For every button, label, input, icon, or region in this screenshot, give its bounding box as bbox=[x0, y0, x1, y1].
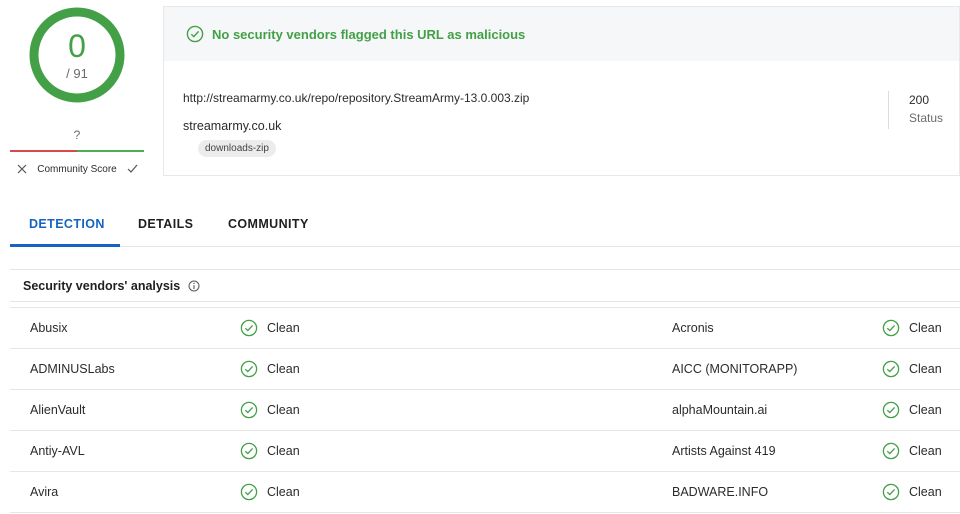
vendor-name: ADMINUSLabs bbox=[30, 362, 115, 376]
check-circle-icon bbox=[240, 401, 258, 419]
verdict-text: No security vendors flagged this URL as … bbox=[212, 26, 526, 42]
community-score-row: Community Score bbox=[10, 156, 144, 182]
table-row: Avira Clean BADWARE.INFO Clean bbox=[10, 472, 960, 513]
check-circle-icon bbox=[882, 442, 900, 460]
scanned-url: http://streamarmy.co.uk/repo/repository.… bbox=[183, 91, 530, 105]
vendors-section-title: Security vendors' analysis bbox=[23, 278, 181, 293]
check-circle-icon bbox=[240, 360, 258, 378]
check-circle-icon bbox=[882, 401, 900, 419]
vendor-result: Clean bbox=[240, 401, 300, 419]
vendor-result: Clean bbox=[882, 483, 942, 501]
close-icon bbox=[17, 164, 27, 174]
vote-harmful-button[interactable] bbox=[14, 161, 30, 177]
info-icon[interactable] bbox=[188, 280, 200, 292]
check-icon bbox=[127, 164, 137, 173]
vendor-name: Abusix bbox=[30, 321, 68, 335]
community-score-value: ? bbox=[73, 128, 81, 142]
vendor-name: AICC (MONITORAPP) bbox=[672, 362, 798, 376]
vendor-result: Clean bbox=[240, 442, 300, 460]
vendors-table: Abusix Clean Acronis Clean ADMINUSLabs Clean A… bbox=[10, 307, 960, 513]
table-row: ADMINUSLabs Clean AICC (MONITORAPP) Clean bbox=[10, 349, 960, 390]
vendor-name: Artists Against 419 bbox=[672, 444, 776, 458]
vendor-result-label: Clean bbox=[267, 444, 300, 458]
vendor-result-label: Clean bbox=[267, 485, 300, 499]
vendor-result-label: Clean bbox=[267, 362, 300, 376]
url-summary-card: No security vendors flagged this URL as … bbox=[163, 6, 960, 176]
vendors-section-header: Security vendors' analysis bbox=[10, 269, 960, 302]
verdict-banner: No security vendors flagged this URL as … bbox=[164, 7, 959, 61]
check-circle-icon bbox=[240, 319, 258, 337]
vote-harmless-button[interactable] bbox=[124, 161, 140, 177]
detection-count: 0 bbox=[68, 28, 86, 64]
check-circle-icon bbox=[186, 25, 204, 43]
check-circle-icon bbox=[882, 360, 900, 378]
total-engines: / 91 bbox=[66, 66, 88, 81]
http-status-code: 200 bbox=[909, 93, 930, 107]
community-score-bar bbox=[10, 150, 144, 152]
status-divider bbox=[888, 91, 889, 129]
table-row: AlienVault Clean alphaMountain.ai Clean bbox=[10, 390, 960, 431]
vendor-name: Avira bbox=[30, 485, 59, 499]
vendor-result: Clean bbox=[882, 360, 942, 378]
check-circle-icon bbox=[882, 483, 900, 501]
http-status-label: Status bbox=[909, 111, 944, 125]
report-tabs: DETECTION DETAILS COMMUNITY bbox=[10, 206, 960, 247]
vendor-result-label: Clean bbox=[267, 321, 300, 335]
vendor-result-label: Clean bbox=[909, 362, 942, 376]
url-host[interactable]: streamarmy.co.uk bbox=[183, 119, 281, 133]
vendor-name: BADWARE.INFO bbox=[672, 485, 769, 499]
community-score-bar-negative bbox=[10, 150, 77, 152]
tab-details[interactable]: DETAILS bbox=[138, 217, 193, 231]
detection-score-gauge: 0 / 91 bbox=[28, 6, 126, 104]
check-circle-icon bbox=[882, 319, 900, 337]
vendor-result-label: Clean bbox=[909, 403, 942, 417]
tab-detection[interactable]: DETECTION bbox=[29, 217, 105, 231]
vendor-name: alphaMountain.ai bbox=[672, 403, 768, 417]
vendor-name: Acronis bbox=[672, 321, 714, 335]
community-score-bar-positive bbox=[77, 150, 144, 152]
vendor-result-label: Clean bbox=[909, 485, 942, 499]
check-circle-icon bbox=[240, 442, 258, 460]
vendor-result-label: Clean bbox=[909, 321, 942, 335]
vendor-result: Clean bbox=[882, 319, 942, 337]
vendor-result: Clean bbox=[240, 360, 300, 378]
vendor-name: AlienVault bbox=[30, 403, 86, 417]
vendor-result: Clean bbox=[882, 401, 942, 419]
table-row: Abusix Clean Acronis Clean bbox=[10, 308, 960, 349]
vendor-result: Clean bbox=[240, 483, 300, 501]
table-row: Antiy-AVL Clean Artists Against 419 Clean bbox=[10, 431, 960, 472]
check-circle-icon bbox=[240, 483, 258, 501]
url-tag[interactable]: downloads-zip bbox=[198, 140, 276, 157]
vendor-name: Antiy-AVL bbox=[30, 444, 85, 458]
tab-community[interactable]: COMMUNITY bbox=[228, 217, 309, 231]
vendor-result: Clean bbox=[240, 319, 300, 337]
vendor-result: Clean bbox=[882, 442, 942, 460]
vendor-result-label: Clean bbox=[267, 403, 300, 417]
vendor-result-label: Clean bbox=[909, 444, 942, 458]
active-tab-indicator bbox=[10, 244, 120, 247]
community-score-label: Community Score bbox=[37, 163, 117, 175]
